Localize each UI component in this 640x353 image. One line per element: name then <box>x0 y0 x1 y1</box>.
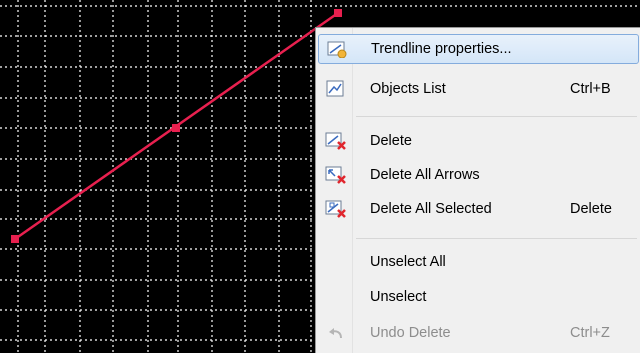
menu-label: Undo Delete <box>370 325 451 341</box>
menu-item-objects-list[interactable]: Objects List Ctrl+B <box>318 72 640 106</box>
menu-shortcut: Ctrl+Z <box>570 325 610 341</box>
objects-list-icon <box>321 78 351 100</box>
menu-separator <box>356 116 637 117</box>
menu-label: Trendline properties... <box>371 41 512 57</box>
menu-item-unselect-all[interactable]: Unselect All <box>318 245 640 279</box>
menu-label: Delete All Selected <box>370 201 492 217</box>
menu-label: Objects List <box>370 81 446 97</box>
trendline-properties-icon <box>322 38 352 60</box>
undo-icon <box>321 322 351 344</box>
menu-label: Unselect <box>370 289 427 305</box>
menu-shortcut: Ctrl+B <box>570 81 611 97</box>
delete-all-arrows-icon <box>321 164 351 186</box>
menu-item-delete[interactable]: Delete <box>318 124 640 158</box>
trendline-middle-handle[interactable] <box>172 124 180 132</box>
menu-separator <box>356 238 637 239</box>
context-menu: Trendline properties... Objects List Ctr… <box>315 27 640 353</box>
menu-shortcut: Delete <box>570 201 612 217</box>
menu-item-unselect[interactable]: Unselect <box>318 280 640 314</box>
trendline-start-handle[interactable] <box>11 235 19 243</box>
menu-item-delete-all-selected[interactable]: Delete All Selected Delete <box>318 192 640 226</box>
menu-item-trendline-properties[interactable]: Trendline properties... <box>318 34 639 64</box>
menu-item-undo-delete[interactable]: Undo Delete Ctrl+Z <box>318 316 640 350</box>
menu-label: Unselect All <box>370 254 446 270</box>
menu-label: Delete All Arrows <box>370 167 480 183</box>
menu-label: Delete <box>370 133 412 149</box>
delete-all-selected-icon <box>321 198 351 220</box>
trendline-end-handle[interactable] <box>334 9 342 17</box>
menu-item-delete-all-arrows[interactable]: Delete All Arrows <box>318 158 640 192</box>
delete-icon <box>321 130 351 152</box>
